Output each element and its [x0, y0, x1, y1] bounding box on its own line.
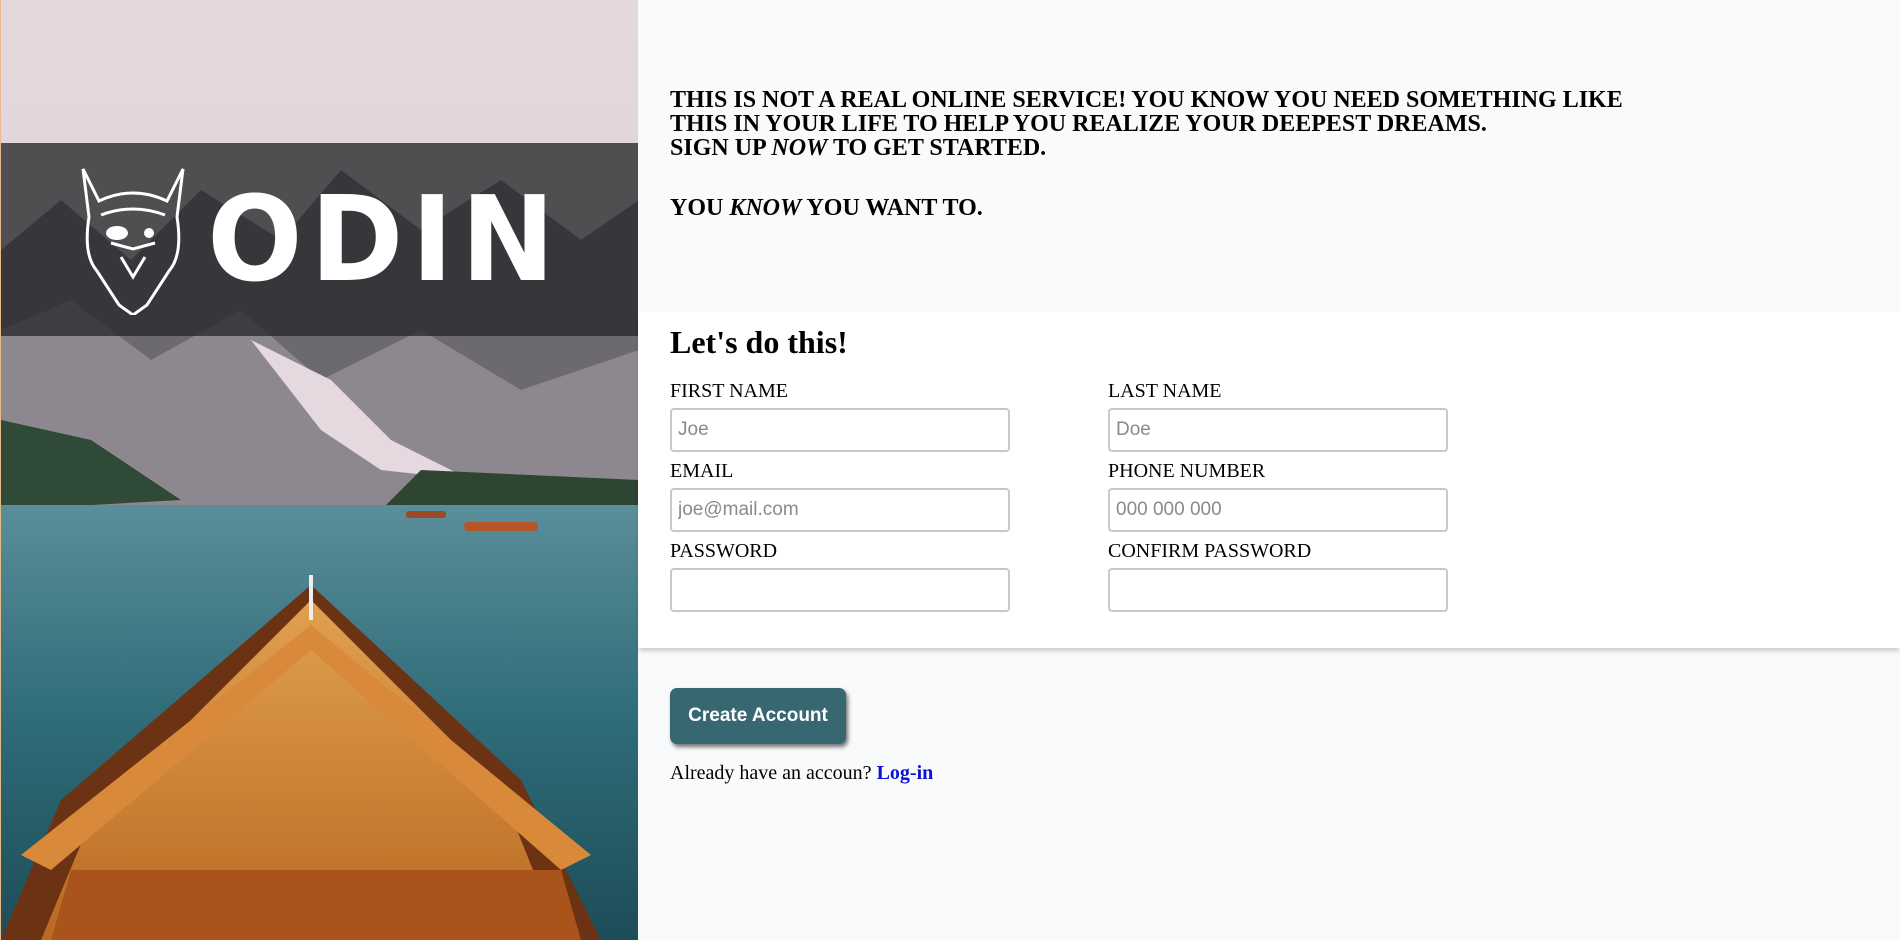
lake-boat-photo: [1, 0, 638, 940]
pitch-line-3-post: TO GET STARTED.: [827, 135, 1047, 161]
pitch-line-3-emphasis: NOW: [771, 135, 828, 161]
first-name-label: FIRST NAME: [670, 380, 788, 402]
email-input[interactable]: [670, 488, 1010, 532]
email-label: EMAIL: [670, 460, 734, 482]
first-name-input[interactable]: [670, 408, 1010, 452]
phone-label: PHONE NUMBER: [1108, 460, 1266, 482]
login-link[interactable]: Log-in: [877, 762, 934, 784]
last-name-label: LAST NAME: [1108, 380, 1222, 402]
intro-tagline: YOU KNOW YOU WANT TO.: [670, 196, 1670, 220]
login-prompt-text: Already have an accoun?: [670, 762, 872, 784]
password-label: PASSWORD: [670, 540, 778, 562]
pitch-line-2: THIS IN YOUR LIFE TO HELP YOU REALIZE YO…: [670, 111, 1487, 137]
password-input[interactable]: [670, 568, 1010, 612]
viking-helmet-icon: [81, 167, 185, 315]
brand-wordmark: ODIN: [207, 171, 563, 308]
confirm-password-input[interactable]: [1108, 568, 1448, 612]
email-field: EMAIL: [670, 460, 1010, 532]
pitch-line-1: THIS IS NOT A REAL ONLINE SERVICE! YOU K…: [670, 87, 1623, 113]
form-actions: Create Account Already have an accoun? L…: [638, 648, 1900, 940]
last-name-field: LAST NAME: [1108, 380, 1448, 452]
logo-band: ODIN: [1, 143, 638, 336]
tagline-emphasis: KNOW: [729, 195, 802, 221]
login-prompt-line: Already have an accoun? Log-in: [670, 762, 933, 785]
hero-image: ODIN: [0, 0, 638, 940]
intro-section: THIS IS NOT A REAL ONLINE SERVICE! YOU K…: [638, 0, 1900, 312]
tagline-pre: YOU: [670, 195, 730, 221]
tagline-post: YOU WANT TO.: [801, 195, 983, 221]
signup-form: Let's do this! FIRST NAME LAST NAME EMAI…: [638, 312, 1900, 648]
confirm-password-label: CONFIRM PASSWORD: [1108, 540, 1312, 562]
first-name-field: FIRST NAME: [670, 380, 1010, 452]
password-field: PASSWORD: [670, 540, 1010, 612]
phone-input[interactable]: [1108, 488, 1448, 532]
confirm-password-field: CONFIRM PASSWORD: [1108, 540, 1448, 612]
last-name-input[interactable]: [1108, 408, 1448, 452]
form-heading: Let's do this!: [670, 324, 848, 360]
pitch-line-3-pre: SIGN UP: [670, 135, 772, 161]
intro-pitch: THIS IS NOT A REAL ONLINE SERVICE! YOU K…: [670, 88, 1670, 160]
phone-field: PHONE NUMBER: [1108, 460, 1448, 532]
create-account-button[interactable]: Create Account: [670, 688, 846, 744]
